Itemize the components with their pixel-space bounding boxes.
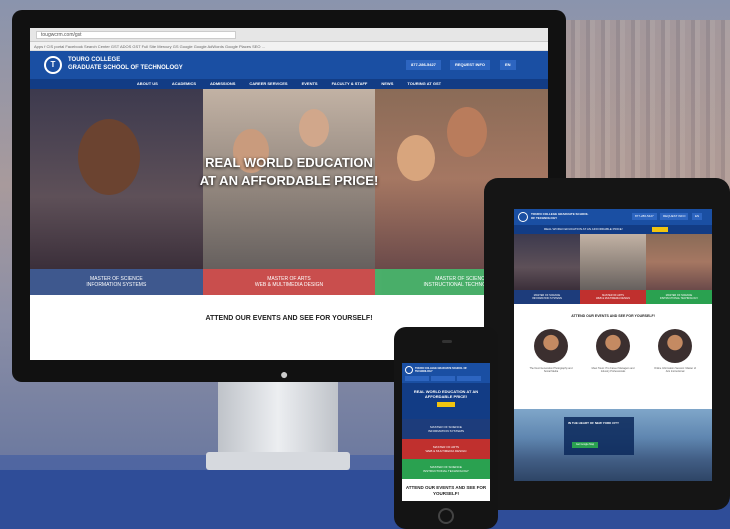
tablet-program-tile[interactable]: MASTER OF SCIENCE INSTRUCTIONAL TECHNOLOG… — [646, 290, 712, 304]
tablet-program-tile[interactable]: MASTER OF SCIENCE INFORMATION SYSTEMS — [514, 290, 580, 304]
imac-stand — [218, 382, 338, 454]
home-button-icon[interactable] — [438, 508, 454, 524]
event-photo[interactable] — [658, 329, 692, 363]
bookmarks-bar[interactable]: Apps f CIS portal Facebook Search Center… — [30, 42, 548, 51]
program-subtitle: INFORMATION SYSTEMS — [428, 429, 464, 433]
tablet-screen: TOURO COLLEGE GRADUATE SCHOOL OF TECHNOL… — [514, 209, 712, 481]
phone-brand: TOURO COLLEGE GRADUATE SCHOOL OF TECHNOL… — [415, 367, 467, 373]
nav-item[interactable]: ABOUT US — [137, 79, 158, 89]
phone-cta-button[interactable] — [437, 402, 455, 407]
nav-item[interactable]: FACULTY & STAFF — [332, 79, 368, 89]
site-header: T TOURO COLLEGE GRADUATE SCHOOL OF TECHN… — [30, 51, 548, 79]
program-tile[interactable]: MASTER OF ARTS WEB & MULTIMEDIA DESIGN — [202, 269, 376, 295]
tablet-phone-button[interactable]: 877-286-5427 — [632, 213, 657, 220]
address-bar[interactable]: tougwcrm.com/gst — [36, 30, 236, 39]
city-info-box: IN THE HEART OF NEW YORK CITY Get Google… — [564, 417, 634, 455]
tablet-city-banner: IN THE HEART OF NEW YORK CITY Get Google… — [514, 409, 712, 481]
phone-info-button[interactable] — [431, 376, 455, 381]
phone-tagline-block: REAL WORLD EDUCATION AT AN AFFORDABLE PR… — [402, 383, 490, 419]
hero-title-line2: AT AN AFFORDABLE PRICE! — [199, 173, 379, 188]
phone-language-button[interactable] — [457, 376, 481, 381]
tablet-hero-photo — [646, 234, 712, 290]
program-strip: MASTER OF SCIENCE INFORMATION SYSTEMS MAS… — [30, 269, 548, 295]
request-info-button[interactable]: REQUEST INFO — [450, 60, 491, 70]
tablet-info-button[interactable]: REQUEST INFO — [660, 213, 689, 220]
tablet-cta-button[interactable] — [652, 227, 668, 232]
phone-button[interactable]: 877-286-5427 — [406, 60, 441, 70]
brand-name: TOURO COLLEGE — [68, 57, 121, 63]
tablet-program-tile[interactable]: MASTER OF ARTS WEB & MULTIMEDIA DESIGN — [580, 290, 646, 304]
tablet-events-heading: ATTEND OUR EVENTS AND SEE FOR YOURSELF! — [571, 314, 655, 318]
program-subtitle: INSTRUCTIONAL TECHNOLOGY — [659, 297, 699, 300]
teacher-face — [447, 107, 488, 157]
event-caption: Online Information Session: Master of Ar… — [654, 367, 696, 373]
browser-toolbar: tougwcrm.com/gst — [30, 28, 548, 42]
phone-device: TOURO COLLEGE GRADUATE SCHOOL OF TECHNOL… — [394, 327, 498, 529]
main-nav: ABOUT US ACADEMICS ADMISSIONS CAREER SER… — [30, 79, 548, 89]
nav-item[interactable]: NEWS — [381, 79, 393, 89]
tablet-hero-photo — [580, 234, 646, 290]
phone-header: TOURO COLLEGE GRADUATE SCHOOL OF TECHNOL… — [402, 363, 490, 383]
tablet-hero — [514, 234, 712, 290]
event-photo[interactable] — [534, 329, 568, 363]
touro-logo-icon[interactable]: T — [44, 56, 62, 74]
program-subtitle: INSTRUCTIONAL TECHNOLOGY — [423, 469, 469, 473]
tablet-language-button[interactable]: EN — [692, 213, 703, 220]
nav-item[interactable]: TOURING AT GST — [407, 79, 441, 89]
phone-call-button[interactable] — [405, 376, 429, 381]
program-subtitle: WEB & MULTIMEDIA DESIGN — [425, 449, 467, 453]
tablet-program-strip: MASTER OF SCIENCE INFORMATION SYSTEMS MAS… — [514, 290, 712, 304]
touro-logo-icon[interactable] — [405, 366, 413, 374]
classroom-face — [298, 109, 329, 147]
phone-header-buttons — [405, 376, 481, 381]
tablet-brand: TOURO COLLEGE GRADUATE SCHOOL OF TECHNOL… — [531, 212, 589, 220]
hero-title-line1: REAL WORLD EDUCATION — [205, 155, 373, 170]
event-caption: The Next Generation Photography and Soci… — [529, 367, 573, 373]
program-tile[interactable]: MASTER OF SCIENCE INFORMATION SYSTEMS — [30, 269, 203, 295]
phone-tagline: REAL WORLD EDUCATION AT AN AFFORDABLE PR… — [413, 389, 479, 399]
touro-logo-icon[interactable] — [518, 212, 528, 222]
event-caption: Meet Touro: Pro Career Managers and Indu… — [591, 367, 635, 373]
city-title: IN THE HEART OF NEW YORK CITY — [568, 421, 619, 425]
tablet-tagline-bar: REAL WORLD EDUCATION AT AN AFFORDABLE PR… — [514, 225, 712, 234]
event-photo[interactable] — [596, 329, 630, 363]
brand-subtitle: GRADUATE SCHOOL OF TECHNOLOGY — [68, 65, 183, 71]
tablet-header: TOURO COLLEGE GRADUATE SCHOOL OF TECHNOL… — [514, 209, 712, 225]
google-map-button[interactable]: Get Google Map — [572, 442, 598, 448]
tablet-device: TOURO COLLEGE GRADUATE SCHOOL OF TECHNOL… — [484, 178, 730, 510]
nav-item[interactable]: CAREER SERVICES — [249, 79, 287, 89]
phone-screen: TOURO COLLEGE GRADUATE SCHOOL OF TECHNOL… — [402, 363, 490, 501]
desktop-screen: tougwcrm.com/gst Apps f CIS portal Faceb… — [30, 28, 548, 360]
events-heading: ATTEND OUR EVENTS AND SEE FOR YOURSELF! — [205, 315, 373, 322]
apple-logo-icon: ● — [280, 366, 289, 382]
hero-banner: REAL WORLD EDUCATION AT AN AFFORDABLE PR… — [30, 89, 548, 269]
program-subtitle: WEB & MULTIMEDIA DESIGN — [595, 297, 631, 300]
program-subtitle: WEB & MULTIMEDIA DESIGN — [254, 282, 324, 288]
nav-item[interactable]: EVENTS — [302, 79, 318, 89]
nav-item[interactable]: ADMISSIONS — [210, 79, 235, 89]
nav-item[interactable]: ACADEMICS — [172, 79, 196, 89]
phone-events-heading: ATTEND OUR EVENTS AND SEE FOR YOURSELF! — [405, 485, 487, 496]
language-button[interactable]: EN — [500, 60, 516, 70]
phone-program-tile[interactable]: MASTER OF ARTS WEB & MULTIMEDIA DESIGN — [402, 439, 490, 459]
imac-foot — [206, 452, 350, 470]
phone-program-tile[interactable]: MASTER OF SCIENCE INSTRUCTIONAL TECHNOLOG… — [402, 459, 490, 479]
phone-program-tile[interactable]: MASTER OF SCIENCE INFORMATION SYSTEMS — [402, 419, 490, 439]
phone-speaker — [442, 340, 452, 343]
program-subtitle: INFORMATION SYSTEMS — [532, 297, 562, 300]
tablet-hero-photo — [514, 234, 580, 290]
program-subtitle: INFORMATION SYSTEMS — [86, 282, 147, 288]
tablet-tagline: REAL WORLD EDUCATION AT AN AFFORDABLE PR… — [544, 227, 623, 231]
